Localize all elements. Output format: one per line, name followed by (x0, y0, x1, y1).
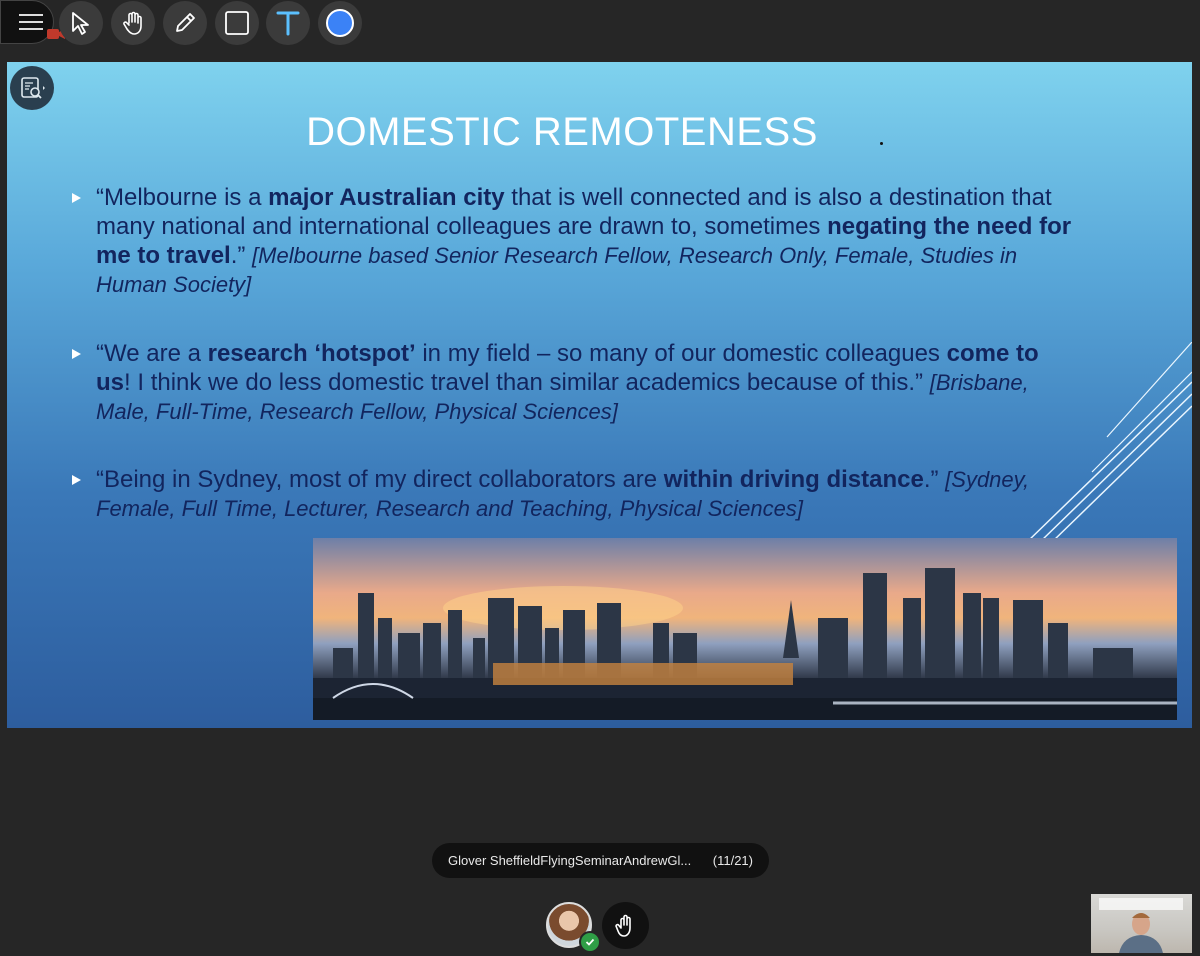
participant-video (1099, 898, 1183, 953)
bullet-brisbane: “We are a research ‘hotspot’ in my field… (72, 339, 1072, 426)
melbourne-skyline-image (313, 538, 1177, 720)
rectangle-icon (225, 11, 249, 35)
bullet-text: “Being in Sydney, most of my direct coll… (96, 465, 1072, 523)
raise-hand-icon (614, 914, 631, 937)
bullet-fragment: .” (923, 466, 946, 493)
bullet-fragment: .” (230, 242, 253, 269)
bullet-fragment: “We are a (96, 340, 208, 367)
color-picker-button[interactable] (318, 1, 362, 45)
bullet-emphasis: research ‘hotspot’ (207, 340, 416, 367)
bullet-fragment: “Being in Sydney, most of my direct coll… (96, 466, 664, 493)
bullet-fragment: “Melbourne is a (96, 184, 269, 211)
document-indicator[interactable]: Glover SheffieldFlyingSeminarAndrewGl...… (432, 843, 769, 878)
slide-title: DOMESTIC REMOTENESS (306, 110, 818, 154)
bullet-fragment: ! I think we do less domestic travel tha… (124, 369, 930, 396)
skyline-graphic (313, 568, 1177, 720)
bullet-melbourne: “Melbourne is a major Australian city th… (72, 183, 1072, 299)
text-icon (276, 11, 300, 36)
bullet-arrow-icon (72, 349, 81, 359)
hand-tool-button[interactable] (111, 1, 155, 45)
hand-icon (123, 11, 142, 35)
menu-icon (19, 14, 43, 16)
pointer-icon (72, 12, 89, 35)
presentation-slide: DOMESTIC REMOTENESS “Melbourne is a majo… (7, 62, 1192, 728)
decorative-lines (1026, 342, 1192, 543)
page-indicator: (11/21) (712, 853, 753, 868)
title-dot (880, 142, 883, 145)
bullet-fragment: in my field – so many of our domestic co… (415, 340, 947, 367)
zoom-button[interactable] (10, 66, 54, 110)
document-name: Glover SheffieldFlyingSeminarAndrewGl... (448, 853, 692, 868)
bullet-text: “We are a research ‘hotspot’ in my field… (96, 339, 1072, 426)
bullet-text: “Melbourne is a major Australian city th… (96, 183, 1072, 299)
bullet-sydney: “Being in Sydney, most of my direct coll… (72, 465, 1072, 523)
check-icon (579, 931, 601, 953)
color-dot-icon (326, 9, 354, 37)
bullet-arrow-icon (72, 475, 81, 485)
pointer-tool-button[interactable] (59, 1, 103, 45)
pencil-tool-button[interactable] (163, 1, 207, 45)
bullet-arrow-icon (72, 193, 81, 203)
bullet-emphasis: major Australian city (268, 184, 505, 211)
annotation-toolbar (0, 0, 380, 48)
bullet-emphasis: within driving distance (663, 466, 924, 493)
self-video-thumbnail[interactable] (1091, 894, 1192, 953)
rectangle-tool-button[interactable] (215, 1, 259, 45)
text-tool-button[interactable] (266, 1, 310, 45)
raise-hand-button[interactable] (602, 902, 649, 949)
zoom-document-icon (21, 77, 45, 99)
pencil-icon (176, 13, 195, 32)
